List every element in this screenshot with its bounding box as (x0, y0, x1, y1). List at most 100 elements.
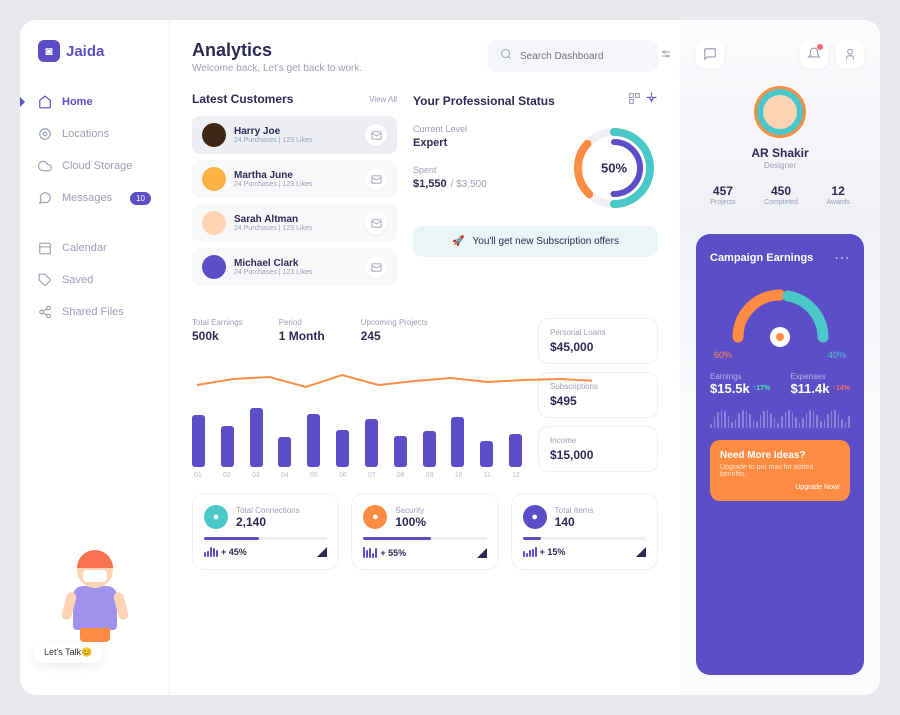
customer-name: Harry Joe (234, 126, 357, 137)
nav-calendar[interactable]: Calendar (20, 232, 169, 264)
promo-link[interactable]: Upgrade Now! (720, 484, 840, 491)
rocket-icon: 🚀 (452, 236, 464, 247)
mail-icon[interactable] (365, 212, 387, 234)
logo-icon: ◙ (38, 40, 60, 62)
trend-icon (317, 547, 327, 557)
metric-card[interactable]: ●Total Items140+ 15% (511, 493, 658, 570)
grid-icon[interactable] (628, 92, 641, 110)
promo-text: Upgrade to pro max for added benefits. (720, 464, 840, 478)
notification-dot (817, 44, 823, 50)
nav-shared[interactable]: Shared Files (20, 296, 169, 328)
metric-card[interactable]: ●Security100%+ 55% (351, 493, 498, 570)
customer-avatar (202, 211, 226, 235)
brand-name: Jaida (66, 43, 104, 60)
profile-stat-label: Awards (826, 199, 849, 206)
earnings-chart (192, 357, 522, 467)
chat-icon[interactable] (696, 40, 724, 68)
customer-row[interactable]: Martha June24 Purchases | 123 Likes (192, 160, 397, 198)
customer-avatar (202, 123, 226, 147)
mail-icon[interactable] (365, 256, 387, 278)
location-icon (38, 127, 52, 141)
metric-pct: + 15% (523, 547, 566, 557)
expenses-label: Expenses (790, 372, 850, 381)
user-icon[interactable] (836, 40, 864, 68)
campaign-gauge (728, 282, 833, 342)
customer-avatar (202, 167, 226, 191)
customer-row[interactable]: Harry Joe24 Purchases | 123 Likes (192, 116, 397, 154)
profile-role: Designer (696, 161, 864, 170)
promo-title: Need More Ideas? (720, 450, 840, 461)
page-title: Analytics (192, 40, 362, 61)
nav-label: Locations (62, 128, 109, 140)
expenses-change: ↑14% (832, 385, 850, 392)
chart-stat-value: 245 (361, 329, 428, 343)
view-all-link[interactable]: View All (369, 95, 397, 104)
customer-name: Martha June (234, 170, 357, 181)
right-panel: AR Shakir Designer 457Projects450Complet… (680, 20, 880, 695)
profile-stat-label: Projects (710, 199, 735, 206)
metric-icon: ● (363, 505, 387, 529)
metric-icon: ● (523, 505, 547, 529)
side-stat-label: Personal Loans (550, 328, 646, 337)
nav-cloud[interactable]: Cloud Storage (20, 150, 169, 182)
profile-stat-value: 12 (826, 184, 849, 198)
nav-label: Home (62, 96, 93, 108)
sidebar: ◙ Jaida Home Locations Cloud Storage M (20, 20, 170, 695)
message-icon (38, 191, 52, 205)
notice-text: You'll get new Subscription offers (473, 236, 619, 247)
cloud-icon (38, 159, 52, 173)
nav-label: Messages (62, 192, 112, 204)
search-input[interactable] (520, 51, 652, 62)
wave-chart (710, 408, 850, 428)
metric-value: 100% (395, 515, 426, 529)
calendar-icon (38, 241, 52, 255)
logo[interactable]: ◙ Jaida (20, 40, 169, 62)
home-icon (38, 95, 52, 109)
trend-icon (636, 547, 646, 557)
spent-label: Spent (413, 165, 552, 175)
messages-badge: 10 (130, 192, 151, 205)
profile-stat-value: 457 (710, 184, 735, 198)
search-box[interactable] (488, 40, 658, 72)
metric-pct: + 55% (363, 547, 406, 558)
customer-meta: 24 Purchases | 123 Likes (234, 225, 357, 232)
metric-value: 2,140 (236, 515, 300, 529)
filter-icon[interactable] (660, 47, 672, 65)
nav-label: Saved (62, 274, 93, 286)
spent-max: / $3,500 (451, 179, 487, 190)
mail-icon[interactable] (365, 168, 387, 190)
tag-icon (38, 273, 52, 287)
nav-locations[interactable]: Locations (20, 118, 169, 150)
side-stat-card[interactable]: Income$15,000 (538, 426, 658, 472)
metric-card[interactable]: ●Total Connections2,140+ 45% (192, 493, 339, 570)
side-stat-label: Income (550, 436, 646, 445)
profile-stat-value: 450 (764, 184, 798, 198)
bell-icon[interactable] (800, 40, 828, 68)
customer-row[interactable]: Sarah Altman24 Purchases | 123 Likes (192, 204, 397, 242)
promo-card[interactable]: Need More Ideas? Upgrade to pro max for … (710, 440, 850, 501)
settings-icon[interactable] (645, 92, 658, 110)
metric-icon: ● (204, 505, 228, 529)
side-stat-value: $45,000 (550, 340, 646, 354)
chart-stat-label: Upcoming Projects (361, 318, 428, 327)
nav-saved[interactable]: Saved (20, 264, 169, 296)
search-icon (500, 47, 512, 65)
customer-row[interactable]: Michael Clark24 Purchases | 123 Likes (192, 248, 397, 286)
avatar[interactable] (754, 86, 806, 138)
talk-bubble[interactable]: Let's Talk😊 (34, 642, 102, 663)
donut-pct: 50% (601, 161, 627, 176)
nav-home[interactable]: Home (20, 86, 169, 118)
trend-icon (477, 548, 487, 558)
campaign-title: Campaign Earnings (710, 252, 813, 264)
more-icon[interactable]: ⋯ (834, 248, 850, 268)
chart-stat-label: Total Earnings (192, 318, 243, 327)
mail-icon[interactable] (365, 124, 387, 146)
nav-messages[interactable]: Messages 10 (20, 182, 169, 214)
expenses-value: $11.4k (790, 381, 829, 396)
side-stat-value: $495 (550, 394, 646, 408)
share-icon (38, 305, 52, 319)
nav-label: Cloud Storage (62, 160, 132, 172)
profile-name: AR Shakir (696, 146, 864, 160)
subscription-notice[interactable]: 🚀 You'll get new Subscription offers (413, 226, 658, 257)
chart-stat-label: Period (279, 318, 325, 327)
